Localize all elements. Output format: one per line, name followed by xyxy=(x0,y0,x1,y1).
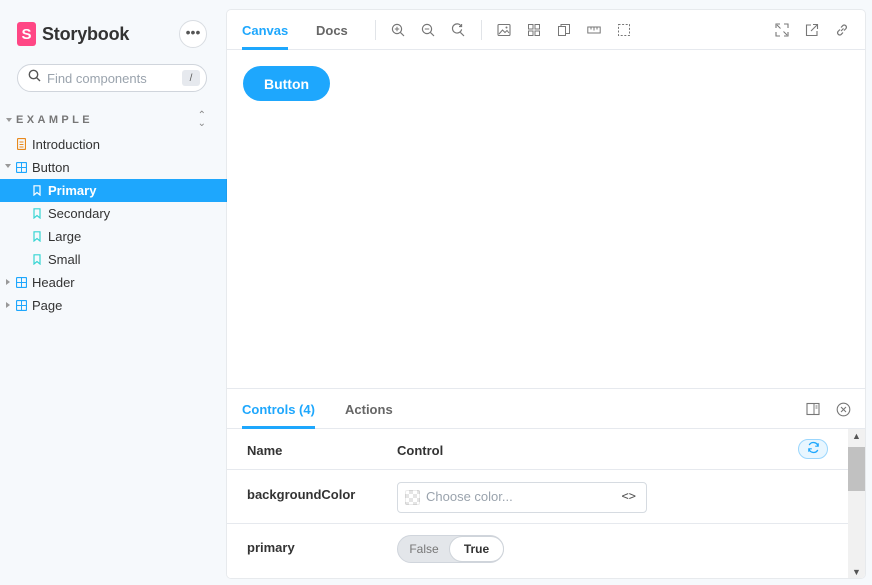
group-title: EXAMPLE xyxy=(16,114,93,126)
sidebar-item-label: Large xyxy=(48,229,82,244)
sidebar-item-label: Header xyxy=(32,275,75,290)
control-row-background-color: backgroundColor <> xyxy=(227,471,848,524)
tab-controls[interactable]: Controls (4) xyxy=(242,389,315,429)
code-icon[interactable]: <> xyxy=(622,489,636,503)
controls-table-header: Name Control xyxy=(227,429,848,470)
color-input[interactable] xyxy=(426,489,606,504)
bookmark-icon xyxy=(33,208,41,219)
search-input[interactable] xyxy=(47,70,167,86)
scrollbar-thumb[interactable] xyxy=(848,447,865,491)
toggle-true[interactable]: True xyxy=(449,536,504,562)
zoom-reset-icon[interactable] xyxy=(450,22,466,38)
bookmark-icon xyxy=(33,185,41,196)
boolean-toggle[interactable]: False True xyxy=(397,535,504,563)
prop-name: backgroundColor xyxy=(247,487,356,502)
zoom-in-icon[interactable] xyxy=(390,22,406,38)
tab-canvas[interactable]: Canvas xyxy=(242,10,289,50)
caret-right-icon xyxy=(6,279,10,285)
bookmark-icon xyxy=(33,231,41,242)
panel-orientation-icon[interactable] xyxy=(805,401,821,417)
sidebar-menu-button[interactable]: ••• xyxy=(179,20,207,48)
viewport-icon[interactable] xyxy=(556,22,572,38)
storybook-logo: S xyxy=(17,22,36,46)
caret-down-icon xyxy=(6,118,12,122)
scroll-down-icon[interactable]: ▼ xyxy=(852,567,861,577)
toolbar-divider xyxy=(375,20,376,40)
control-row-primary: primary False True xyxy=(227,524,848,578)
sidebar-item-label: Button xyxy=(32,160,70,175)
preview-toolbar: Canvas Docs xyxy=(227,10,865,50)
addons-panel: Controls (4) Actions Name Control backgr… xyxy=(227,388,865,578)
sidebar-item-secondary[interactable]: Secondary xyxy=(0,202,227,225)
component-icon xyxy=(16,277,27,288)
tab-docs[interactable]: Docs xyxy=(316,10,348,50)
refresh-icon xyxy=(807,441,820,457)
copy-link-icon[interactable] xyxy=(834,22,850,38)
sidebar-item-header[interactable]: Header xyxy=(0,271,227,294)
brand-name: Storybook xyxy=(42,23,130,44)
sidebar-item-label: Page xyxy=(32,298,63,313)
zoom-out-icon[interactable] xyxy=(420,22,436,38)
tab-actions[interactable]: Actions xyxy=(345,389,393,429)
toolbar-divider xyxy=(481,20,482,40)
sidebar-item-introduction[interactable]: Introduction xyxy=(0,133,227,156)
sidebar-item-button[interactable]: Button xyxy=(0,156,227,179)
caret-down-icon xyxy=(5,164,11,168)
column-control: Control xyxy=(397,443,444,458)
search-shortcut: / xyxy=(182,70,200,86)
caret-right-icon xyxy=(6,302,10,308)
reset-controls-button[interactable] xyxy=(798,439,828,459)
main-panel: Canvas Docs Button Controls (4) Actions … xyxy=(227,10,865,578)
preview-primary-button[interactable]: Button xyxy=(243,66,330,101)
color-swatch[interactable] xyxy=(405,490,420,505)
scroll-up-icon[interactable]: ▲ xyxy=(852,431,861,441)
document-icon xyxy=(17,138,26,150)
addon-tabs: Controls (4) Actions xyxy=(227,389,865,429)
sidebar-item-large[interactable]: Large xyxy=(0,225,227,248)
scrollbar[interactable]: ▲ ▼ xyxy=(848,429,865,578)
grid-icon[interactable] xyxy=(526,22,542,38)
brand[interactable]: S Storybook xyxy=(17,22,129,46)
open-new-tab-icon[interactable] xyxy=(804,22,820,38)
search-icon xyxy=(28,69,41,87)
sidebar: S Storybook ••• / EXAMPLE ⌃⌄ Introductio… xyxy=(0,0,227,585)
sidebar-item-small[interactable]: Small xyxy=(0,248,227,271)
expand-collapse-icon[interactable]: ⌃ ⌄ xyxy=(198,111,206,129)
sidebar-item-label: Small xyxy=(48,252,81,267)
toggle-false[interactable]: False xyxy=(398,536,450,562)
color-picker[interactable]: <> xyxy=(397,482,647,513)
sidebar-item-label: Introduction xyxy=(32,137,100,152)
sidebar-item-label: Primary xyxy=(48,183,97,198)
column-name: Name xyxy=(247,443,283,458)
prop-name: primary xyxy=(247,540,295,555)
bookmark-icon xyxy=(33,254,41,265)
group-header-example[interactable]: EXAMPLE ⌃ ⌄ xyxy=(6,111,206,129)
close-panel-icon[interactable] xyxy=(835,401,851,417)
sidebar-item-page[interactable]: Page xyxy=(0,294,227,317)
sidebar-item-primary[interactable]: Primary xyxy=(0,179,227,202)
outline-icon[interactable] xyxy=(616,22,632,38)
background-icon[interactable] xyxy=(496,22,512,38)
component-icon xyxy=(16,162,27,173)
measure-icon[interactable] xyxy=(586,22,602,38)
sidebar-item-label: Secondary xyxy=(48,206,111,221)
search-box[interactable]: / xyxy=(17,64,207,92)
component-icon xyxy=(16,300,27,311)
fullscreen-icon[interactable] xyxy=(774,22,790,38)
